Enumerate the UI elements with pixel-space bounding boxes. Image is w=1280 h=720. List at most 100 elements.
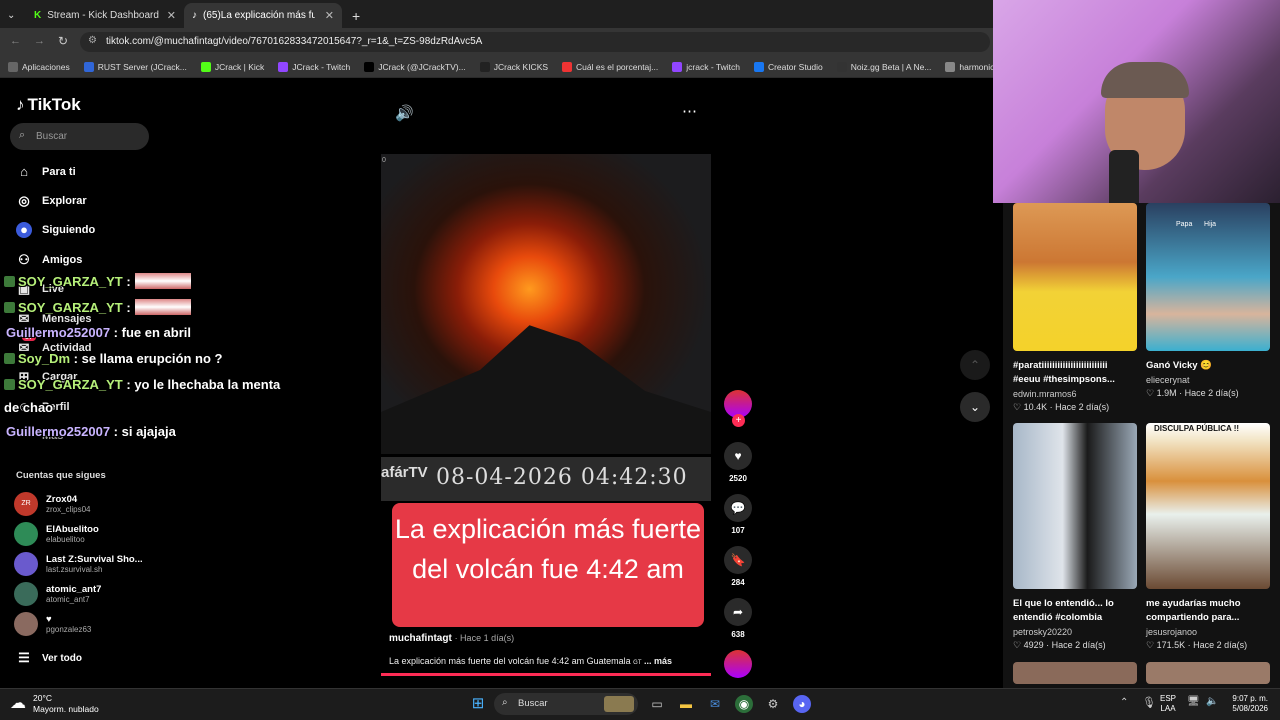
- url-bar[interactable]: ⚙ tiktok.com/@muchafintagt/video/7670162…: [80, 32, 990, 52]
- chat-text: de chao: [4, 400, 54, 415]
- save-button[interactable]: 🔖 284: [724, 546, 752, 587]
- bookmark-item[interactable]: Creator Studio: [753, 61, 823, 72]
- comment-button[interactable]: 💬 107: [724, 494, 752, 535]
- nav-explorar[interactable]: ◎ Explorar: [16, 193, 86, 209]
- following-account[interactable]: ZR Zrox04 zrox_clips04: [14, 492, 90, 516]
- rec-likes: 171.5K: [1156, 640, 1186, 650]
- bookmark-item[interactable]: jcrack - Twitch: [672, 61, 740, 72]
- network-icon[interactable]: 🖥: [1187, 696, 1200, 707]
- bookmark-item[interactable]: JCrack - Twitch: [278, 61, 350, 72]
- thumbnail: [1013, 423, 1137, 589]
- video-player[interactable]: 0 08-04-2026 04:42:30 afárTV La explicac…: [381, 154, 711, 677]
- following-account[interactable]: atomic_ant7 atomic_ant7: [14, 582, 101, 606]
- corner-label: 0: [382, 157, 386, 164]
- volume-icon[interactable]: 🔊: [395, 104, 414, 122]
- bookmark-item[interactable]: JCrack KICKS: [479, 61, 548, 72]
- compass-icon: ◎: [18, 193, 30, 208]
- tiktok-icon: ♪: [16, 95, 25, 114]
- streamer-cap: [1101, 62, 1189, 98]
- mail-icon[interactable]: ✉: [706, 695, 724, 713]
- weather-icon[interactable]: ☁: [10, 693, 26, 713]
- progress-bar[interactable]: [381, 673, 711, 676]
- tab-kick-dashboard[interactable]: K Stream - Kick Dashboard ✕: [26, 3, 184, 28]
- task-view-icon[interactable]: ▭: [648, 695, 666, 713]
- following-account[interactable]: ♥ pgonzalez63: [14, 612, 91, 636]
- windows-taskbar: [0, 688, 1280, 720]
- following-account[interactable]: Last Z:Survival Sho... last.zsurvival.sh: [14, 552, 143, 576]
- next-video-button[interactable]: ⌄: [960, 392, 990, 422]
- music-disc[interactable]: [724, 650, 752, 678]
- close-icon[interactable]: ✕: [167, 9, 176, 22]
- chat-username: SOY_GARZA_YT: [18, 377, 123, 392]
- more-link[interactable]: ... más: [644, 656, 672, 666]
- account-handle: elabuelitoo: [46, 535, 85, 544]
- bookmark-item[interactable]: JCrack | Kick: [200, 61, 265, 72]
- rec-title: Ganó Vicky 😊: [1146, 360, 1213, 371]
- bookmark-item[interactable]: Aplicaciones: [8, 61, 70, 72]
- tab-list-button[interactable]: ⌄: [4, 3, 22, 28]
- bookmark-item[interactable]: Cuál es el porcentaj...: [562, 61, 658, 72]
- like-count: 2520: [729, 474, 747, 483]
- recommendation-card[interactable]: #paratiiiiiiiiiiiiiiiiiiiiiiiii #eeuu #t…: [1013, 203, 1137, 413]
- site-info-icon[interactable]: ⚙: [88, 35, 97, 46]
- heart-icon: ♡: [1146, 640, 1155, 650]
- recommendation-thumbnail-partial[interactable]: [1146, 662, 1270, 684]
- chrome-icon[interactable]: ◉: [735, 695, 753, 713]
- see-all-link[interactable]: ☰ Ver todo: [16, 650, 82, 666]
- taskbar-search[interactable]: ⌕ Buscar: [494, 693, 638, 715]
- chevron-up-icon[interactable]: ⌃: [1120, 697, 1128, 708]
- account-name: ♥: [46, 614, 52, 625]
- windows-start-icon[interactable]: ⊞: [469, 695, 487, 713]
- creator-avatar[interactable]: +: [724, 390, 752, 427]
- file-explorer-icon[interactable]: ▬: [677, 695, 695, 713]
- system-clock[interactable]: 9:07 p. m. 5/08/2026: [1222, 694, 1268, 714]
- like-button[interactable]: ♥ 2520: [724, 442, 752, 483]
- video-timestamp: 08-04-2026 04:42:30: [381, 457, 711, 501]
- chat-emote-icon: [134, 273, 191, 289]
- video-author[interactable]: muchafintagt: [389, 633, 452, 644]
- follow-plus-icon[interactable]: +: [732, 414, 745, 427]
- bookmark-favicon-icon: [945, 61, 956, 72]
- recommendation-card[interactable]: Papa Hija Ganó Vicky 😊 eliecerynat ♡ 1.9…: [1146, 203, 1270, 399]
- nav-amigos[interactable]: ⚇ Amigos: [16, 252, 82, 268]
- bookmark-favicon-icon: [200, 61, 211, 72]
- forward-icon[interactable]: →: [34, 35, 45, 47]
- recommendation-card[interactable]: DISCULPA PÚBLICA !! me ayudarías mucho c…: [1146, 423, 1270, 651]
- volume-icon[interactable]: 🔈: [1206, 696, 1218, 707]
- chat-message: Guillermo252007 : si ajajaja: [6, 424, 176, 439]
- previous-video-button[interactable]: ⌃: [960, 350, 990, 380]
- recommendation-card[interactable]: El que lo entendió... lo entendió #colom…: [1013, 423, 1137, 651]
- language-indicator[interactable]: ESP LAA: [1160, 694, 1176, 714]
- more-options-icon[interactable]: ⋯: [682, 102, 697, 120]
- comment-icon: 💬: [724, 494, 752, 522]
- bookmark-item[interactable]: Noiz.gg Beta | A Ne...: [836, 61, 931, 72]
- search-input[interactable]: ⌕ Buscar: [10, 123, 149, 150]
- new-tab-button[interactable]: +: [344, 3, 364, 28]
- bookmark-label: Aplicaciones: [22, 61, 70, 72]
- following-account[interactable]: ElAbuelitoo elabuelitoo: [14, 522, 99, 546]
- nav-para-ti[interactable]: ⌂ Para ti: [16, 164, 76, 180]
- rec-title: El que lo entendió... lo entendió #colom…: [1013, 598, 1114, 623]
- share-button[interactable]: ➦ 638: [724, 598, 752, 639]
- nav-siguiendo[interactable]: ● Siguiendo: [16, 222, 95, 238]
- recommendation-thumbnail-partial[interactable]: [1013, 662, 1137, 684]
- home-icon: ⌂: [20, 164, 28, 179]
- microphone-icon[interactable]: 🎙: [1142, 696, 1156, 709]
- chat-separator: :: [122, 300, 131, 315]
- account-handle: zrox_clips04: [46, 505, 91, 514]
- reload-icon[interactable]: ↻: [58, 34, 68, 48]
- bookmark-item[interactable]: JCrack (@JCrackTV)...: [364, 61, 466, 72]
- chat-message: Soy_Dm : se llama erupción no ?: [4, 351, 222, 366]
- settings-icon[interactable]: ⚙: [764, 695, 782, 713]
- back-icon[interactable]: ←: [10, 35, 21, 47]
- bookmark-item[interactable]: RUST Server (JCrack...: [83, 61, 187, 72]
- close-icon[interactable]: ✕: [325, 9, 334, 22]
- account-name: Last Z:Survival Sho...: [46, 554, 143, 565]
- tiktok-logo[interactable]: ♪ TikTok: [16, 95, 81, 115]
- chat-separator: :: [110, 424, 119, 439]
- tab-tiktok-video[interactable]: ♪ (65)La explicación más fuerte d ✕: [184, 3, 342, 28]
- discord-icon[interactable]: ◕: [793, 695, 811, 713]
- chat-message: de chao: [4, 400, 53, 415]
- weather-widget[interactable]: 20°C Mayorm. nublado: [33, 693, 99, 715]
- bookmark-label: JCrack | Kick: [214, 61, 265, 72]
